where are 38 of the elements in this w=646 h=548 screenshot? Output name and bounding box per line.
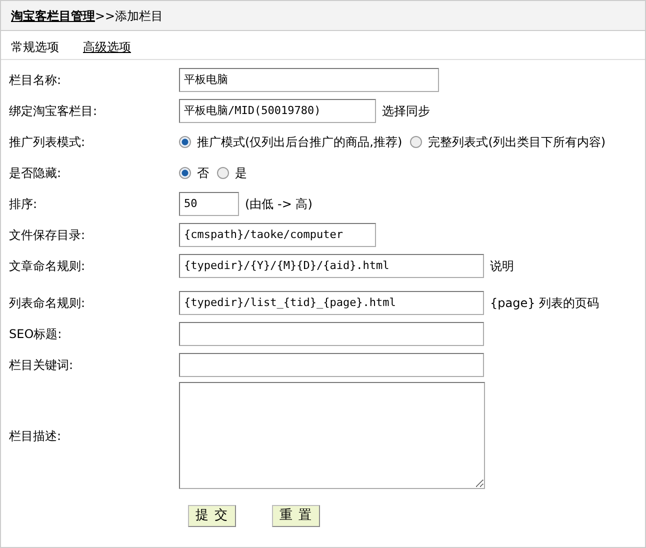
field-label: 栏目描述: xyxy=(8,428,62,444)
text-field[interactable]: 50 xyxy=(179,192,239,216)
field-hint: 说明 xyxy=(490,258,514,274)
tab[interactable]: 高级选项 xyxy=(83,38,131,52)
field-hint: (由低 -> 高) xyxy=(245,196,312,212)
reset-button[interactable]: 重 置 xyxy=(272,505,320,527)
text-field[interactable]: 平板电脑 xyxy=(179,68,439,92)
field-label: 是否隐藏: xyxy=(8,164,62,182)
radio-label: 完整列表式(列出类目下所有内容) xyxy=(428,134,606,150)
radio-button[interactable] xyxy=(217,166,229,178)
field-label: 栏目关键词: xyxy=(8,356,74,374)
field-label: 文件保存目录: xyxy=(8,226,86,244)
submit-button[interactable]: 提 交 xyxy=(188,505,236,527)
field-hint: 选择同步 xyxy=(382,102,430,120)
field-label: 列表命名规则: xyxy=(8,294,86,312)
text-field[interactable]: {typedir}/{Y}/{M}{D}/{aid}.html xyxy=(179,254,484,278)
field-label: 排序: xyxy=(8,196,38,212)
field-label: 推广列表模式: xyxy=(8,134,86,150)
text-field[interactable]: 平板电脑/MID(50019780) xyxy=(179,98,376,122)
radio-button[interactable] xyxy=(179,166,191,178)
breadcrumb-current: >>添加栏目 xyxy=(95,9,164,23)
text-field[interactable]: {typedir}/list_{tid}_{page}.html xyxy=(179,290,484,314)
radio-label: 是 xyxy=(235,164,247,182)
field-hint: {page} 列表的页码 xyxy=(490,294,600,312)
text-field[interactable]: {cmspath}/taoke/computer xyxy=(179,222,376,246)
field-label: SEO标题: xyxy=(8,326,63,342)
text-field[interactable] xyxy=(179,352,484,376)
radio-button[interactable] xyxy=(179,136,191,148)
radio-label: 推广模式(仅列出后台推广的商品,推荐) xyxy=(197,134,402,150)
field-label: 绑定淘宝客栏目: xyxy=(8,102,98,120)
field-label: 栏目名称: xyxy=(8,72,62,88)
field-label: 文章命名规则: xyxy=(8,258,86,274)
tab[interactable]: 常规选项 xyxy=(11,38,59,52)
text-field[interactable] xyxy=(179,322,484,346)
radio-label: 否 xyxy=(197,164,209,182)
breadcrumb-link[interactable]: 淘宝客栏目管理 xyxy=(11,9,95,23)
description-field[interactable] xyxy=(179,382,485,489)
radio-button[interactable] xyxy=(410,136,422,148)
